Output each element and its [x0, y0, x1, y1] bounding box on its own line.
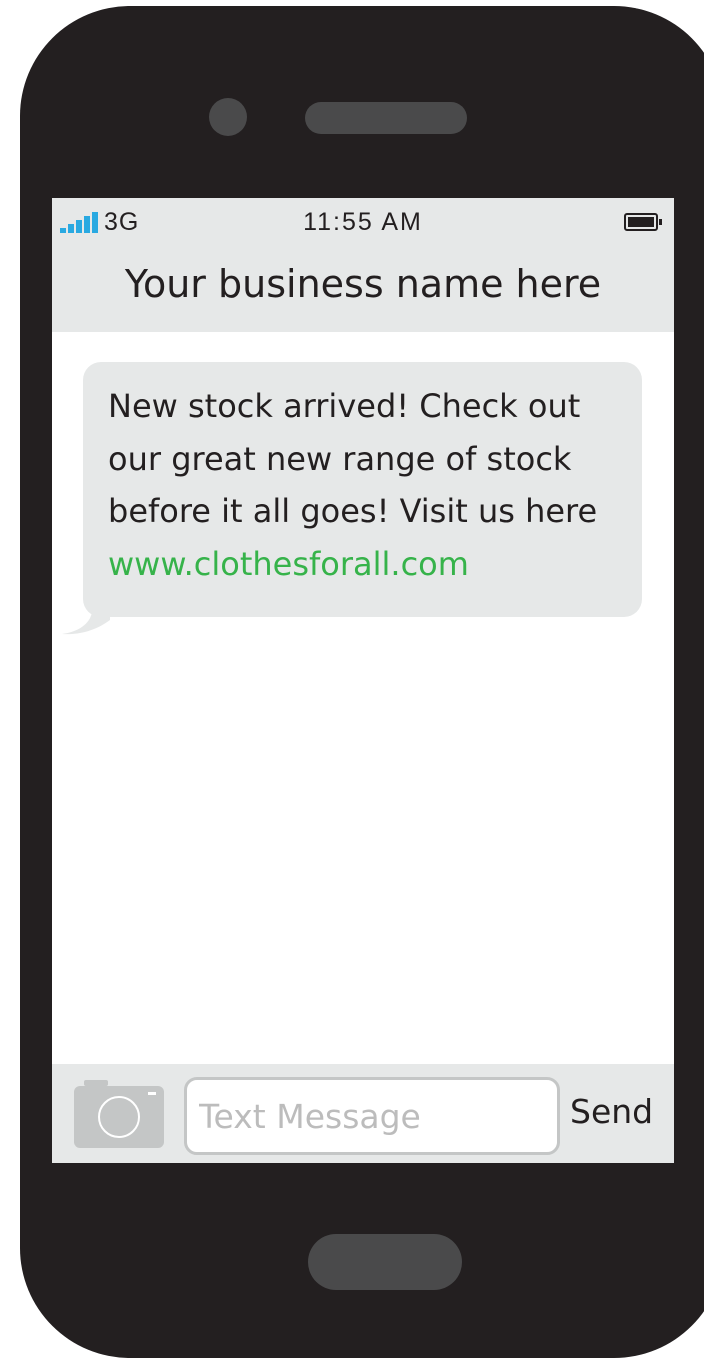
battery-icon — [624, 213, 662, 231]
message-link[interactable]: www.clothesforall.com — [108, 538, 638, 591]
conversation-title: Your business name here — [124, 262, 602, 306]
message-line: New stock arrived! Check out — [108, 387, 581, 425]
messages-screen: 3G 11:55 AM Your business name here New … — [52, 198, 674, 1163]
message-text: New stock arrived! Check out our great n… — [108, 380, 638, 590]
message-line: our great new range of stock — [108, 439, 572, 478]
status-time: 11:55 AM — [303, 208, 423, 236]
text-message-input[interactable] — [184, 1077, 560, 1155]
camera-icon[interactable] — [74, 1078, 164, 1148]
message-line: before it all goes! Visit us here — [108, 492, 598, 530]
composer-bar: Send — [52, 1064, 674, 1163]
message-bubble: New stock arrived! Check out our great n… — [83, 362, 642, 617]
home-button[interactable] — [308, 1234, 462, 1290]
earpiece-speaker — [305, 102, 467, 134]
send-button[interactable]: Send — [570, 1092, 653, 1131]
top-bar: 3G 11:55 AM Your business name here — [52, 198, 674, 332]
front-camera-icon — [209, 98, 247, 136]
